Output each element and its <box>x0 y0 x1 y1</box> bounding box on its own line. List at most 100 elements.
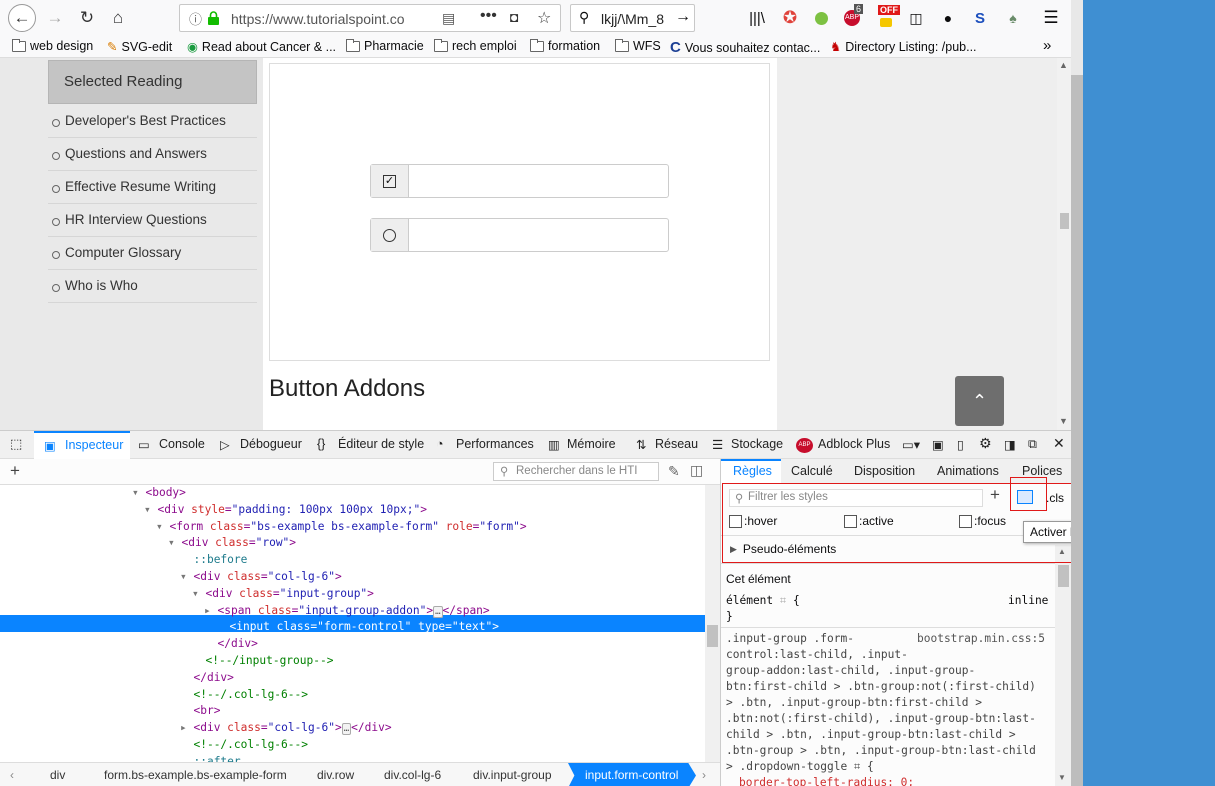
tab-inspector[interactable]: ▣ Inspecteur <box>34 431 130 459</box>
tab-animations[interactable]: Animations <box>937 464 999 478</box>
adblock-icon[interactable]: ABP 6 <box>842 4 864 28</box>
text-input[interactable] <box>410 219 668 251</box>
bookmark-folder[interactable]: Pharmacie <box>346 38 424 53</box>
markup-node[interactable]: <!--/.col-lg-6--> <box>180 687 308 703</box>
html-search-input[interactable]: ⚲ Rechercher dans le HTI <box>493 462 659 481</box>
sidebar-link[interactable]: Questions and Answers <box>48 138 257 171</box>
tree-toggle-icon[interactable]: ▸ <box>204 604 217 617</box>
tree-toggle-icon[interactable]: ▸ <box>180 721 193 734</box>
tab-console[interactable]: Console <box>159 437 205 451</box>
breadcrumb-item[interactable]: div.row <box>317 768 354 782</box>
deal-off-icon[interactable]: OFF <box>876 5 900 28</box>
green-dot-icon[interactable] <box>811 8 831 28</box>
page-scrollbar[interactable]: ▲ ▼ <box>1057 58 1071 430</box>
settings-gear-icon[interactable]: ⚙ <box>979 435 992 452</box>
markup-node[interactable]: <br> <box>180 703 220 719</box>
bookmark-item[interactable]: ◉ Read about Cancer & ... <box>187 39 336 55</box>
sidebar-toggle-icon[interactable]: ◫ <box>906 8 926 28</box>
tab-debugger[interactable]: Débogueur <box>240 437 302 451</box>
scroll-up-icon[interactable]: ▲ <box>1059 60 1068 70</box>
tree-toggle-icon[interactable]: ▾ <box>192 587 205 600</box>
tab-memory[interactable]: Mémoire <box>567 437 616 451</box>
sidebar-split-icon[interactable]: ◫ <box>690 462 703 479</box>
sidebar-link[interactable]: Computer Glossary <box>48 237 257 270</box>
breadcrumb-item[interactable]: div.input-group <box>473 768 552 782</box>
s-extension-icon[interactable]: S <box>970 8 990 28</box>
sidebar-link[interactable]: HR Interview Questions <box>48 204 257 237</box>
stylesheet-link[interactable]: bootstrap.min.css:5 <box>917 631 1045 647</box>
markup-node[interactable]: ▾ <div class="row"> <box>168 535 296 551</box>
markup-node[interactable]: ▸ <div class="col-lg-6">… </div> <box>180 720 392 736</box>
markup-node[interactable]: </div> <box>204 636 257 652</box>
forward-button[interactable]: → <box>42 5 68 31</box>
markup-node[interactable]: <!--/input-group--> <box>192 653 333 669</box>
css-declaration[interactable]: border-top-left-radius: 0; <box>739 775 914 786</box>
reader-view-icon[interactable]: ▤ <box>442 10 455 27</box>
rules-scrollbar[interactable]: ▲ ▼ <box>1055 545 1071 786</box>
tree-toggle-icon[interactable]: ▾ <box>168 536 181 549</box>
lifebuoy-icon[interactable]: ✪ <box>780 8 800 28</box>
scrollbar-thumb[interactable] <box>1060 213 1069 229</box>
bookmark-folder[interactable]: formation <box>530 38 600 53</box>
checkbox[interactable]: ✓ <box>383 174 396 188</box>
markup-node[interactable]: <!--/.col-lg-6--> <box>180 737 308 753</box>
tab-rules[interactable]: Règles <box>721 459 781 484</box>
separate-window-icon[interactable]: ⧉ <box>1028 437 1037 452</box>
bookmark-item[interactable]: ♞ Directory Listing: /pub... <box>830 39 977 55</box>
markup-node[interactable]: </div> <box>180 670 233 686</box>
markup-scrollbar[interactable] <box>705 485 720 762</box>
tree-toggle-icon[interactable]: ▾ <box>144 503 157 516</box>
bookmark-item[interactable]: ✎ SVG-edit <box>107 39 172 55</box>
markup-node[interactable]: ▾ <div class="col-lg-6"> <box>180 569 342 585</box>
breadcrumb-item-selected[interactable]: input.form-control <box>568 763 696 786</box>
url-bar[interactable]: ⓘ https://www.tutorialspoint.co ▤ ••• ◘ … <box>179 4 561 32</box>
dock-side-icon[interactable]: ◨ <box>1004 437 1016 452</box>
library-icon[interactable]: |||\ <box>747 8 767 28</box>
markup-node[interactable]: <input class="form-control" type="text"> <box>216 619 499 635</box>
responsive-mode-icon[interactable]: ▭▾ <box>902 437 920 452</box>
bookmark-folder[interactable]: rech emploi <box>434 38 517 53</box>
tree-toggle-icon[interactable]: ▾ <box>132 486 145 499</box>
tab-fonts[interactable]: Polices <box>1022 464 1062 478</box>
extension-icon[interactable]: ● <box>938 8 958 28</box>
leaf-extension-icon[interactable]: ♠ <box>1003 8 1023 28</box>
search-bar[interactable]: ⚲ lkjj/\Mm_8 → <box>570 4 695 32</box>
sidebar-link[interactable]: Developer's Best Practices <box>48 105 257 138</box>
tab-performance[interactable]: Performances <box>456 437 534 451</box>
search-go-icon[interactable]: → <box>675 8 691 26</box>
tree-toggle-icon[interactable]: ▾ <box>180 570 193 583</box>
screenshot-icon[interactable]: ▯ <box>957 437 964 452</box>
tab-adblock-plus[interactable]: Adblock Plus <box>818 437 890 451</box>
pocket-icon[interactable]: ◘ <box>510 9 518 25</box>
bookmarks-overflow-icon[interactable]: » <box>1043 37 1051 54</box>
menu-icon[interactable]: ☰ <box>1041 8 1061 28</box>
breadcrumb-back-icon[interactable]: ‹ <box>10 768 14 782</box>
page-actions-icon[interactable]: ••• <box>480 7 497 25</box>
home-button[interactable]: ⌂ <box>105 5 131 31</box>
markup-node[interactable]: ▾ <form class="bs-example bs-example-for… <box>156 519 527 535</box>
radio-button[interactable] <box>383 228 396 242</box>
scroll-to-top-button[interactable]: ⌃ <box>955 376 1004 426</box>
bookmark-folder[interactable]: web design <box>12 38 93 53</box>
tab-network[interactable]: Réseau <box>655 437 698 451</box>
markup-node[interactable]: ::before <box>180 552 247 568</box>
close-devtools-icon[interactable]: ✕ <box>1053 435 1065 452</box>
markup-node[interactable]: ▾ <div style="padding: 100px 100px 10px;… <box>144 502 427 518</box>
tab-style-editor[interactable]: Éditeur de style <box>338 437 424 451</box>
markup-node[interactable]: ▾ <div class="input-group"> <box>192 586 374 602</box>
tab-computed[interactable]: Calculé <box>791 464 833 478</box>
frame-select-icon[interactable]: ▣ <box>932 437 944 452</box>
breadcrumb-forward-icon[interactable]: › <box>702 768 706 782</box>
info-icon[interactable]: ⓘ <box>189 9 202 28</box>
reload-button[interactable]: ↻ <box>74 5 100 31</box>
bookmark-folder[interactable]: WFS <box>615 38 661 53</box>
sidebar-link[interactable]: Who is Who <box>48 270 257 303</box>
sidebar-link[interactable]: Effective Resume Writing <box>48 171 257 204</box>
breadcrumb-item[interactable]: div <box>50 768 65 782</box>
text-input[interactable] <box>410 165 668 197</box>
breadcrumb-item[interactable]: form.bs-example.bs-example-form <box>104 768 287 782</box>
bookmark-item[interactable]: C Vous souhaitez contac... <box>670 39 820 56</box>
back-button[interactable]: ← <box>8 4 36 32</box>
scroll-down-icon[interactable]: ▼ <box>1059 416 1068 426</box>
tab-layout[interactable]: Disposition <box>854 464 915 478</box>
